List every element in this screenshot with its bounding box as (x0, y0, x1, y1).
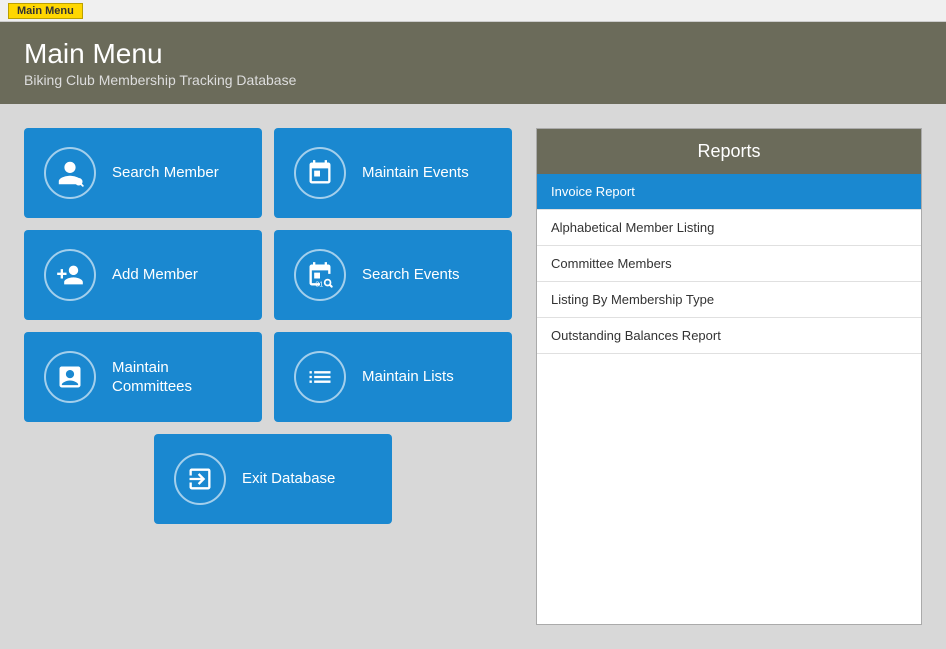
exit-database-label: Exit Database (242, 469, 335, 489)
page-title: Main Menu (24, 38, 922, 70)
report-item-alphabetical[interactable]: Alphabetical Member Listing (537, 210, 921, 246)
maintain-committees-icon (44, 351, 96, 403)
exit-database-button[interactable]: Exit Database (154, 434, 392, 524)
maintain-committees-label: MaintainCommittees (112, 358, 192, 397)
search-events-button[interactable]: 31 Search Events (274, 230, 512, 320)
exit-row: Exit Database (24, 434, 512, 524)
maintain-lists-label: Maintain Lists (362, 367, 454, 387)
maintain-events-icon (294, 147, 346, 199)
search-member-button[interactable]: Search Member (24, 128, 262, 218)
person-search-icon (56, 159, 84, 187)
add-member-label: Add Member (112, 265, 198, 285)
buttons-row-2: Add Member 31 Search Events (24, 230, 512, 320)
maintain-events-button[interactable]: Maintain Events (274, 128, 512, 218)
reports-header: Reports (537, 129, 921, 174)
add-member-button[interactable]: Add Member (24, 230, 262, 320)
maintain-lists-icon (294, 351, 346, 403)
search-member-label: Search Member (112, 163, 219, 183)
calendar-search-icon: 31 (306, 261, 334, 289)
app-header: Main Menu Biking Club Membership Trackin… (0, 22, 946, 104)
maintain-committees-button[interactable]: MaintainCommittees (24, 332, 262, 422)
committee-icon (56, 363, 84, 391)
report-item-membership-type[interactable]: Listing By Membership Type (537, 282, 921, 318)
report-item-committee[interactable]: Committee Members (537, 246, 921, 282)
calendar-icon (306, 159, 334, 187)
title-bar: Main Menu (0, 0, 946, 22)
reports-section: Reports Invoice Report Alphabetical Memb… (536, 128, 922, 625)
report-item-outstanding[interactable]: Outstanding Balances Report (537, 318, 921, 354)
search-events-icon: 31 (294, 249, 346, 301)
list-icon (306, 363, 334, 391)
search-member-icon (44, 147, 96, 199)
buttons-row-1: Search Member Maintain Events (24, 128, 512, 218)
add-member-icon (44, 249, 96, 301)
maintain-events-label: Maintain Events (362, 163, 469, 183)
maintain-lists-button[interactable]: Maintain Lists (274, 332, 512, 422)
exit-icon (174, 453, 226, 505)
exit-door-icon (186, 465, 214, 493)
report-item-invoice[interactable]: Invoice Report (537, 174, 921, 210)
buttons-section: Search Member Maintain Events (24, 128, 512, 625)
person-add-icon (56, 261, 84, 289)
main-content: Search Member Maintain Events (0, 104, 946, 649)
page-subtitle: Biking Club Membership Tracking Database (24, 72, 922, 88)
svg-text:31: 31 (315, 282, 323, 289)
search-events-label: Search Events (362, 265, 460, 285)
reports-list: Invoice Report Alphabetical Member Listi… (537, 174, 921, 624)
buttons-row-3: MaintainCommittees Maintain Lists (24, 332, 512, 422)
title-bar-label: Main Menu (8, 3, 83, 19)
